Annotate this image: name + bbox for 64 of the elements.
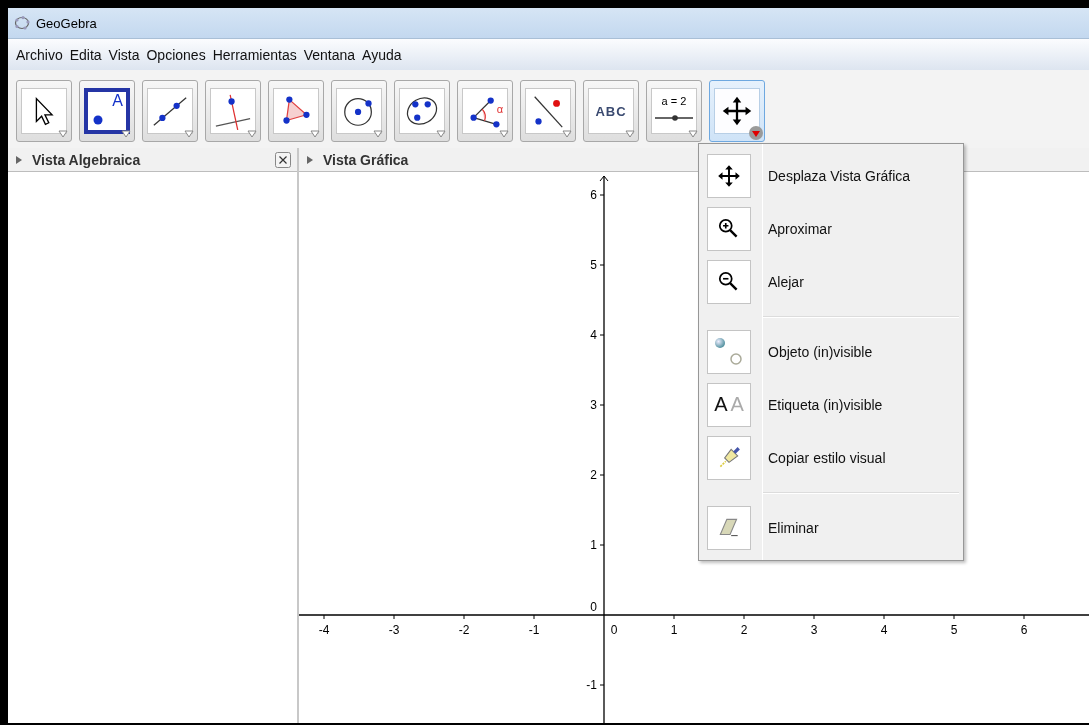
dropdown-triangle-icon [499, 130, 509, 138]
axis-label: -1 [586, 678, 597, 692]
tool-button[interactable]: A [79, 80, 135, 142]
dropdown-triangle-icon [373, 130, 383, 138]
menu-item[interactable]: Desplaza Vista Gráfica [699, 149, 963, 202]
dropdown-triangle-icon [688, 130, 698, 138]
dropdown-triangle-icon [436, 130, 446, 138]
menu-item[interactable]: Herramientas [209, 46, 300, 63]
dropdown-triangle-icon [247, 130, 257, 138]
axis-label: -2 [458, 623, 470, 637]
dropdown-triangle-icon [562, 130, 572, 138]
axis-label: 3 [810, 623, 818, 637]
axis-label: 4 [590, 328, 597, 342]
axis-label: 0 [590, 600, 597, 614]
view-title: Vista Gráfica [323, 151, 410, 168]
dropdown-triangle-icon [310, 130, 320, 138]
dropdown-triangle-icon [184, 130, 194, 138]
menu-item[interactable]: Ventana [300, 46, 359, 63]
view-title: Vista Algebraica [32, 151, 142, 168]
tool-button[interactable] [709, 80, 765, 142]
window-title: GeoGebra [36, 15, 97, 31]
tool-button[interactable]: a = 2 [646, 80, 702, 142]
menu-item[interactable]: AA Etiqueta (in)visible [699, 378, 963, 431]
axis-label: -1 [528, 623, 540, 637]
axis-label: 2 [590, 468, 597, 482]
axis-label: 3 [590, 398, 597, 412]
menu-item[interactable]: Copiar estilo visual [699, 431, 963, 484]
dropdown-triangle-icon [121, 130, 131, 138]
tool-button[interactable] [142, 80, 198, 142]
tool-button[interactable] [16, 80, 72, 142]
collapse-triangle-icon[interactable] [16, 155, 22, 164]
perpendicular-line-icon [214, 92, 252, 130]
tool-button[interactable]: ABC [583, 80, 639, 142]
tool-button[interactable]: α [457, 80, 513, 142]
axis-label: 6 [1020, 623, 1028, 637]
menu-item[interactable]: Eliminar [699, 501, 963, 554]
menu-item[interactable]: Alejar [699, 255, 963, 308]
menu-item[interactable]: Vista [105, 46, 143, 63]
axis-label: 2 [740, 623, 748, 637]
axis-label: 1 [590, 538, 597, 552]
menu-item[interactable]: Objeto (in)visible [699, 325, 963, 378]
menu-item[interactable]: Aproximar [699, 202, 963, 255]
menu-item[interactable]: Edita [66, 46, 105, 63]
menu-item[interactable]: Ayuda [359, 46, 405, 63]
axis-label: -3 [388, 623, 400, 637]
axis-label: 6 [590, 188, 597, 202]
axis-label: 5 [590, 258, 597, 272]
axis-label: -4 [318, 623, 330, 637]
axis-label: 4 [880, 623, 888, 637]
tool-button[interactable] [268, 80, 324, 142]
collapse-triangle-icon[interactable] [307, 155, 313, 164]
point-icon [93, 115, 103, 125]
tool-button[interactable] [394, 80, 450, 142]
slider-icon [654, 115, 694, 121]
axis-label: 0 [610, 623, 618, 637]
menu-item[interactable]: Opciones [143, 46, 209, 63]
axis-label: 5 [950, 623, 958, 637]
tool-button[interactable] [331, 80, 387, 142]
app-logo-icon [14, 15, 30, 31]
dropdown-triangle-icon [58, 130, 68, 138]
menu-item[interactable]: Archivo [13, 46, 66, 63]
axis-label: 1 [670, 623, 678, 637]
dropdown-triangle-icon [625, 130, 635, 138]
close-icon[interactable] [275, 151, 291, 168]
